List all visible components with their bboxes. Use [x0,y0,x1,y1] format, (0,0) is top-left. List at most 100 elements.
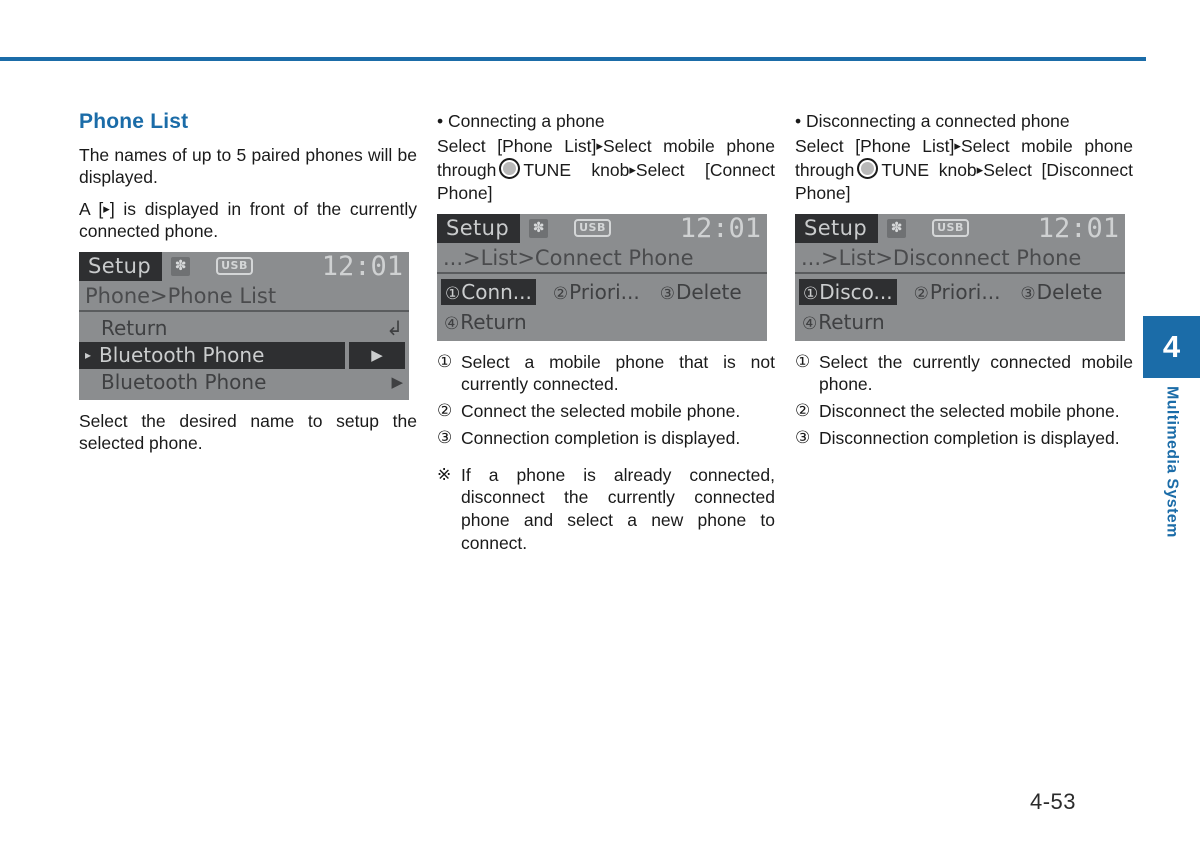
right-step-1: Select [Phone List] [795,136,955,157]
list-item: ③ Disconnection completion is displayed. [795,427,1133,450]
middle-column: • Connecting a phone Select [Phone List]… [437,110,775,555]
page-title: Phone List [79,110,189,133]
bluetooth-icon: ✽ [171,256,191,276]
return-arrow-icon: ↲ [386,315,403,340]
note-text: If a phone is already connected, disconn… [461,464,775,553]
lcd-topbar: Setup ✽ USB 12:01 [795,213,1125,244]
lcd-menu-list: Return ↲ ▸ Bluetooth Phone ▶ Bluetooth P… [79,312,409,400]
tune-knob-icon [857,158,879,180]
list-item-text: Connect the selected mobile phone. [461,401,741,422]
chapter-title-sidebar: Multimedia System [1143,386,1200,606]
chapter-title-text: Multimedia System [1163,386,1181,538]
chapter-number: 4 [1162,329,1181,364]
lcd-tile-label: Priori... [569,279,640,304]
header-rule [0,57,1146,61]
circled-number-3: ③ [437,427,453,447]
right-bullet-heading: • Disconnecting a connected phone [795,111,1070,131]
lcd-tile-return[interactable]: ④Return [799,309,888,335]
lcd-tile-label: Delete [675,279,742,304]
lcd-row-label: Return [101,315,168,340]
lcd-row-label: Bluetooth Phone [99,342,265,367]
lcd-tile-row-1: ①Conn... ②Priori... ③Delete [437,277,767,307]
lcd-tile-label: Disco... [819,279,893,304]
list-item-text: Select a mobile phone that is not curren… [461,351,775,395]
lcd-tile-label: Return [818,309,885,334]
left-column: Phone List The names of up to 5 paired p… [79,110,417,454]
lcd-row-return[interactable]: Return ↲ [79,315,409,342]
right-column: • Disconnecting a connected phone Select… [795,110,1133,454]
circled-number-2: ② [437,401,453,421]
left-paragraph-3: Select the desired name to setup the sel… [79,410,417,453]
list-item: ② Disconnect the selected mobile phone. [795,400,1133,423]
lcd-tile-connect[interactable]: ①Conn... [441,278,536,305]
lcd-clock: 12:01 [1037,213,1119,244]
list-item-text: Disconnection completion is displayed. [819,427,1120,448]
lcd-breadcrumb: ...>List>Disconnect Phone [795,243,1125,274]
lcd-tile-row-2: ④Return [795,307,1125,337]
lcd-tile-label: Conn... [461,279,532,304]
middle-numbered-list: ① Select a mobile phone that is not curr… [437,351,775,450]
lcd-tile-return[interactable]: ④Return [441,309,530,335]
circled-number-3: ③ [1020,283,1036,304]
list-item-text: Connection completion is displayed. [461,427,741,448]
lcd-screen-disconnect-phone: Setup ✽ USB 12:01 ...>List>Disconnect Ph… [795,213,1125,341]
list-item: ① Select the currently connected mobile … [795,351,1133,397]
circled-number-2: ② [552,283,569,304]
bluetooth-icon: ✽ [887,218,907,238]
lcd-topbar: Setup ✽ USB 12:01 [79,251,409,282]
lcd-tile-row-2: ④Return [437,307,767,337]
circled-number-4: ④ [802,313,818,334]
lcd-tile-row-1: ①Disco... ②Priori... ③Delete [795,277,1125,307]
list-item-text: Disconnect the selected mobile phone. [819,401,1120,422]
lcd-tile-priority[interactable]: ②Priori... [911,279,1004,305]
lcd-title: Setup [437,213,521,243]
circled-number-2: ② [795,401,811,421]
bluetooth-icon: ✽ [529,218,549,238]
middle-step-1: Select [Phone List] [437,136,597,157]
left-para2-suffix: ] is displayed in front of the currently… [79,198,417,242]
lcd-tile-label: Priori... [929,279,1001,304]
chapter-number-tab: 4 [1143,316,1200,378]
lcd-breadcrumb: ...>List>Connect Phone [437,243,767,274]
circled-number-1: ① [795,351,811,371]
list-item: ① Select a mobile phone that is not curr… [437,351,775,397]
row-prefix-triangle-icon: ▸ [85,347,92,362]
lcd-breadcrumb: Phone>Phone List [79,281,409,312]
middle-steps: Select [Phone List]▸Select mobile phone … [437,135,775,204]
right-steps: Select [Phone List]▸Select mobile phone … [795,135,1133,204]
chevron-right-icon[interactable]: ▶ [349,341,405,369]
asterisk-note-icon: ※ [437,464,452,484]
lcd-row-bluetooth-phone[interactable]: Bluetooth Phone ▶ [79,369,409,396]
lcd-tile-delete[interactable]: ③Delete [1017,279,1105,305]
left-para2-prefix: A [ [79,198,104,219]
lcd-menu-tiles: ①Disco... ②Priori... ③Delete ④Return [795,274,1125,341]
lcd-screen-phone-list: Setup ✽ USB 12:01 Phone>Phone List Retur… [79,251,409,400]
lcd-tile-disconnect[interactable]: ①Disco... [799,278,897,305]
lcd-screen-connect-phone: Setup ✽ USB 12:01 ...>List>Connect Phone… [437,213,767,341]
left-paragraph-1: The names of up to 5 paired phones will … [79,145,417,188]
left-paragraph-2: A [▸] is displayed in front of the curre… [79,198,417,243]
right-numbered-list: ① Select the currently connected mobile … [795,351,1133,450]
circled-number-1: ① [445,283,461,304]
lcd-tile-label: Return [460,309,527,334]
lcd-tile-priority[interactable]: ②Priori... [550,279,643,305]
lcd-topbar: Setup ✽ USB 12:01 [437,213,767,244]
list-item-text: Select the currently connected mobile ph… [819,351,1133,395]
lcd-menu-tiles: ①Conn... ②Priori... ③Delete ④Return [437,274,767,341]
circled-number-2: ② [913,283,929,304]
usb-icon: USB [574,219,611,238]
circled-number-1: ① [803,283,819,304]
lcd-tile-delete[interactable]: ③Delete [657,279,745,305]
circled-number-1: ① [437,351,453,371]
lcd-row-label: Bluetooth Phone [101,369,267,394]
lcd-clock: 12:01 [321,251,403,282]
lcd-title: Setup [795,213,879,243]
circled-number-4: ④ [444,313,460,334]
lcd-title: Setup [79,251,163,281]
list-item: ② Connect the selected mobile phone. [437,400,775,423]
usb-icon: USB [932,219,969,238]
page-number: 4-53 [1029,789,1076,814]
lcd-row-bluetooth-phone-connected[interactable]: ▸ Bluetooth Phone ▶ [79,341,409,369]
right-step-3: TUNE knob [881,160,977,181]
tune-knob-icon [499,158,521,180]
